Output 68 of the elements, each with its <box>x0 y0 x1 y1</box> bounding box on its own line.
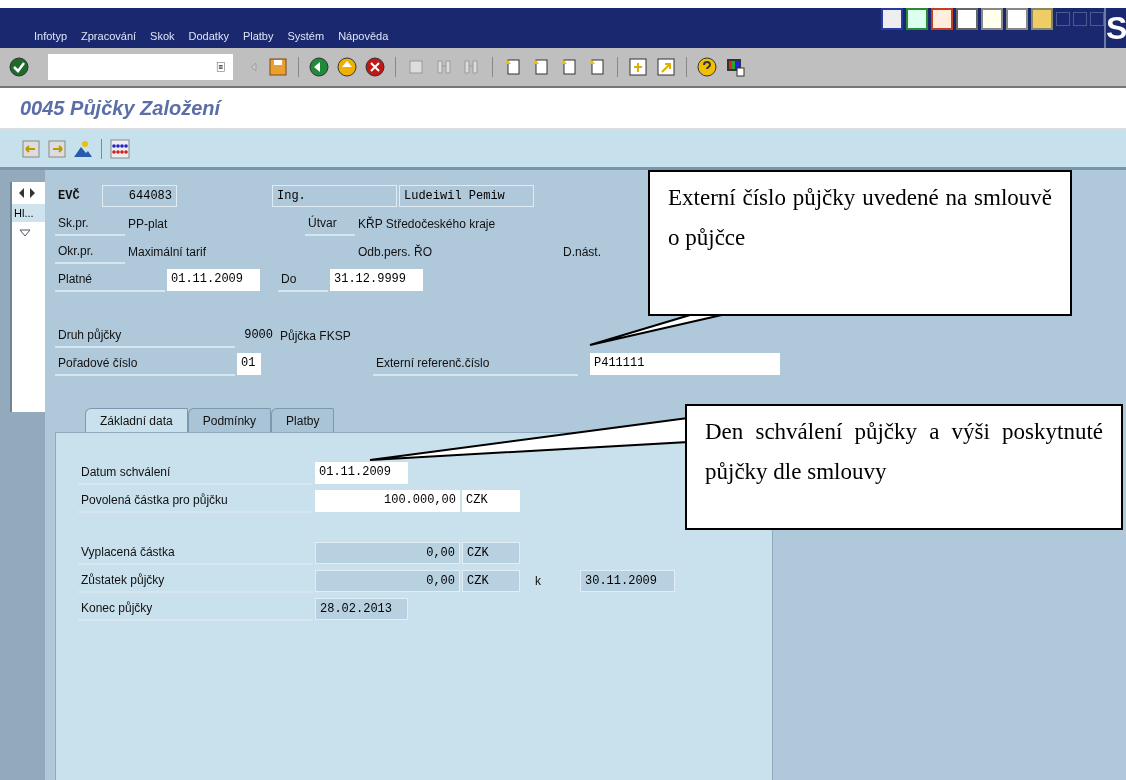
input-field[interactable]: 100.000,00 <box>315 490 460 512</box>
menu-item[interactable]: Infotyp <box>34 30 68 42</box>
menu-item[interactable]: Platby <box>242 30 274 42</box>
field-value: PP-plat <box>127 216 169 233</box>
menu-item[interactable]: Zpracování <box>81 30 137 42</box>
menu-item[interactable]: Systém <box>287 30 325 42</box>
field-label: Zůstatek půjčky <box>78 569 313 593</box>
field-label: D.nást. <box>562 244 602 261</box>
app-shortcut-icon[interactable] <box>956 8 978 30</box>
field-value: 644083 <box>102 185 177 207</box>
field-label: Konec půjčky <box>78 597 313 621</box>
field-value: 28.02.2013 <box>315 598 408 620</box>
input-field[interactable]: P411111 <box>590 353 780 375</box>
callout-text: Den schválení půjčky a výši poskytnuté půjčky dle smlouvy <box>685 404 1123 530</box>
field-label: Platné <box>55 268 165 292</box>
help-icon[interactable] <box>696 56 718 78</box>
menu-item[interactable]: Dodatky <box>188 30 229 42</box>
side-tab[interactable]: Hl... <box>12 204 45 222</box>
new-window-icon[interactable] <box>627 56 649 78</box>
input-field[interactable]: 01.11.2009 <box>167 269 260 291</box>
field-value: 0,00 <box>315 570 460 592</box>
field-value: Odb.pers. ŘO <box>357 243 434 261</box>
screen-title: 0045 Půjčky Založení <box>20 96 221 120</box>
menu-item[interactable]: Skok <box>150 30 175 42</box>
field-value: 9000 <box>243 327 274 344</box>
field-label: Sk.pr. <box>55 212 125 236</box>
command-field[interactable] <box>48 54 233 80</box>
field-label: k <box>534 573 542 590</box>
field-value: Půjčka FKSP <box>279 328 352 345</box>
back-icon[interactable] <box>308 56 330 78</box>
field-label: Vyplacená částka <box>78 541 313 565</box>
input-field[interactable]: 01.11.2009 <box>315 462 408 484</box>
shortcut-icon[interactable] <box>655 56 677 78</box>
tab[interactable]: Základní data <box>85 408 188 432</box>
field-label: Pořadové číslo <box>55 352 235 376</box>
dots-grid-icon[interactable] <box>109 137 131 160</box>
exit-icon[interactable] <box>336 56 358 78</box>
input-field[interactable]: 01 <box>237 353 261 375</box>
field-label: Do <box>278 268 328 292</box>
app-shortcut-icon[interactable] <box>881 8 903 30</box>
layout-icon[interactable] <box>724 56 746 78</box>
app-shortcut-icon[interactable] <box>981 8 1003 30</box>
field-label: EVČ <box>57 187 81 205</box>
menu-item[interactable]: Nápověda <box>338 30 389 42</box>
tab[interactable]: Podmínky <box>187 408 272 432</box>
field-value: Ludeiwil Pemiw <box>399 185 534 207</box>
tab[interactable]: Platby <box>271 408 335 432</box>
field-label: Povolená částka pro půjčku <box>78 489 313 513</box>
field-value: Ing. <box>272 185 397 207</box>
field-value: 0,00 <box>315 542 460 564</box>
field-label: Druh půjčky <box>55 324 235 348</box>
field-value: KŘP Středočeského kraje <box>357 215 497 233</box>
field-label: Okr.pr. <box>55 240 125 264</box>
app-shortcut-icon[interactable] <box>931 8 953 30</box>
input-field[interactable]: CZK <box>462 490 520 512</box>
field-label: Útvar <box>305 212 355 236</box>
check-icon[interactable] <box>8 56 30 78</box>
field-value: CZK <box>462 542 520 564</box>
field-value: 30.11.2009 <box>580 570 675 592</box>
input-field[interactable]: 31.12.9999 <box>330 269 423 291</box>
app-shortcut-icon[interactable] <box>906 8 928 30</box>
field-label: Externí referenč.číslo <box>373 352 578 376</box>
cancel-icon[interactable] <box>364 56 386 78</box>
field-value: CZK <box>462 570 520 592</box>
app-shortcut-icon[interactable] <box>1006 8 1028 30</box>
save-icon[interactable] <box>267 56 289 78</box>
field-label: Datum schválení <box>78 461 313 485</box>
field-value: Maximální tarif <box>127 244 208 261</box>
